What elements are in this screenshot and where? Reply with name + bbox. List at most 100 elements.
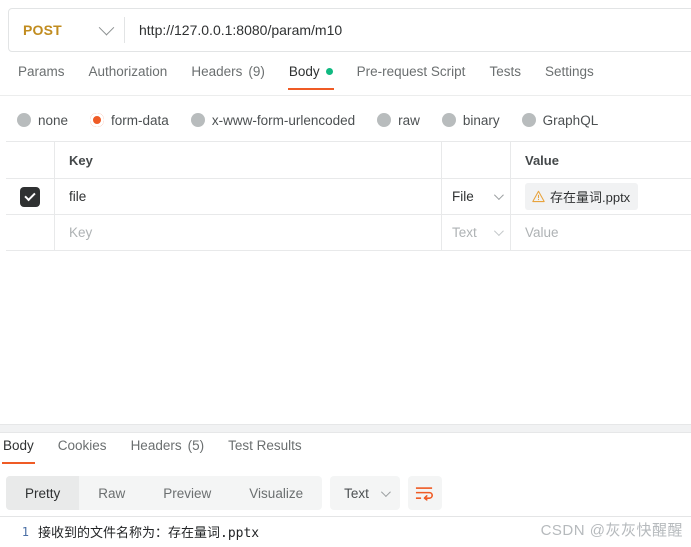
tab-settings-label: Settings [544, 64, 594, 79]
view-mode-visualize-label: Visualize [249, 485, 304, 501]
body-type-raw[interactable]: raw [366, 113, 431, 128]
table-header-checkbox-cell [6, 142, 55, 178]
row-key-input[interactable]: Key [55, 215, 442, 250]
body-type-form-data[interactable]: form-data [79, 113, 180, 128]
row-key-text: file [69, 189, 87, 204]
body-type-x-www-form-urlencoded[interactable]: x-www-form-urlencoded [180, 113, 366, 128]
radio-none-icon [17, 113, 31, 127]
body-type-binary[interactable]: binary [431, 113, 511, 128]
tab-params[interactable]: Params [6, 62, 77, 90]
chevron-down-icon [493, 190, 504, 201]
tab-authorization[interactable]: Authorization [77, 62, 180, 90]
view-mode-raw[interactable]: Raw [79, 476, 144, 510]
radio-raw-icon [377, 113, 392, 127]
response-tab-body-label: Body [3, 438, 34, 453]
view-mode-visualize[interactable]: Visualize [230, 476, 322, 510]
tab-tests-label: Tests [489, 64, 521, 79]
tab-headers-label: Headers [191, 64, 243, 79]
form-data-table: Key Value file File 存在量词.pptx Key Text V… [6, 141, 691, 251]
view-mode-preview[interactable]: Preview [144, 476, 230, 510]
radio-graphql-icon [521, 113, 536, 127]
row-value-placeholder: Value [525, 225, 559, 240]
radio-binary-icon [441, 113, 456, 127]
body-type-raw-label: raw [398, 112, 420, 128]
tab-pre-request-script[interactable]: Pre-request Script [345, 62, 478, 90]
view-mode-pretty[interactable]: Pretty [6, 476, 80, 510]
wrap-text-icon [416, 487, 434, 501]
row-enabled-checkbox[interactable] [20, 186, 40, 207]
response-format-label: Text [344, 485, 369, 501]
body-modified-dot-icon [325, 68, 333, 75]
response-format-select[interactable]: Text [330, 476, 400, 510]
warning-triangle-icon [532, 190, 545, 203]
row-type-select[interactable]: Text [442, 215, 511, 250]
body-type-graphql[interactable]: GraphQL [511, 113, 610, 128]
row-type-select[interactable]: File [442, 179, 511, 214]
response-tab-headers[interactable]: Headers (5) [119, 436, 217, 464]
body-type-none[interactable]: none [6, 113, 79, 128]
row-value-cell[interactable]: 存在量词.pptx [511, 179, 691, 214]
code-line: 1 接收到的文件名称为：存在量词.pptx [0, 517, 691, 543]
body-type-binary-label: binary [462, 112, 500, 128]
table-header-value-cell: Value [511, 142, 691, 178]
response-tab-test-results-label: Test Results [228, 438, 302, 453]
selected-file-name: 存在量词.pptx [550, 190, 631, 205]
row-key-input[interactable]: file [55, 179, 442, 214]
radio-urlencoded-icon [190, 113, 205, 127]
table-header-type-cell [442, 142, 511, 178]
tab-settings[interactable]: Settings [533, 62, 606, 90]
row-checkbox-cell [6, 215, 55, 250]
line-number: 1 [21, 524, 29, 539]
tab-headers-count: (9) [248, 64, 265, 79]
tab-body[interactable]: Body [277, 62, 345, 90]
body-type-form-data-label: form-data [111, 112, 169, 128]
chevron-down-icon [380, 486, 391, 497]
response-view-mode-group: Pretty Raw Preview Visualize [6, 476, 323, 510]
body-type-none-label: none [38, 112, 69, 128]
chevron-down-icon [493, 226, 504, 237]
tab-headers[interactable]: Headers (9) [179, 62, 277, 90]
pane-splitter[interactable] [0, 424, 691, 433]
row-key-placeholder: Key [69, 225, 93, 240]
request-url-input[interactable]: http://127.0.0.1:8080/param/m10 [125, 9, 691, 51]
request-url-bar: POST http://127.0.0.1:8080/param/m10 [8, 8, 691, 52]
chevron-down-icon [98, 19, 115, 35]
view-mode-pretty-label: Pretty [25, 485, 61, 501]
row-type-label: File [452, 189, 474, 204]
tab-authorization-label: Authorization [88, 64, 168, 79]
response-body-text: 接收到的文件名称为：存在量词.pptx [38, 526, 260, 541]
table-header-row: Key Value [6, 142, 691, 179]
response-tab-test-results[interactable]: Test Results [216, 436, 314, 464]
column-header-key: Key [69, 152, 93, 168]
table-row: file File 存在量词.pptx [6, 179, 691, 215]
body-type-graphql-label: GraphQL [542, 112, 599, 128]
row-value-cell[interactable]: Value [511, 215, 691, 250]
row-checkbox-cell [6, 179, 55, 214]
column-header-value: Value [525, 152, 559, 168]
response-body-viewer[interactable]: 1 接收到的文件名称为：存在量词.pptx [0, 516, 691, 547]
postman-request-response-pane: POST http://127.0.0.1:8080/param/m10 Par… [0, 0, 691, 547]
selected-file-chip[interactable]: 存在量词.pptx [525, 183, 639, 210]
request-tabs-separator [0, 95, 691, 96]
request-tab-bar: Params Authorization Headers (9) Body Pr… [0, 62, 691, 94]
response-tab-cookies-label: Cookies [57, 438, 107, 453]
response-tab-headers-label: Headers [130, 438, 182, 453]
tab-params-label: Params [18, 64, 65, 79]
tab-body-label: Body [288, 64, 320, 79]
response-tab-body[interactable]: Body [0, 436, 46, 464]
http-method-label: POST [23, 22, 62, 38]
table-row: Key Text Value [6, 215, 691, 251]
response-view-toolbar: Pretty Raw Preview Visualize Text [6, 476, 691, 510]
tab-tests[interactable]: Tests [477, 62, 533, 90]
body-type-radio-group: none form-data x-www-form-urlencoded raw… [6, 105, 609, 135]
tab-pre-request-script-label: Pre-request Script [356, 64, 466, 79]
http-method-select[interactable]: POST [9, 9, 124, 51]
check-icon [24, 189, 36, 201]
radio-form-data-icon [90, 113, 105, 127]
response-tab-bar: Body Cookies Headers (5) Test Results [0, 436, 691, 466]
response-tab-headers-count: (5) [187, 438, 205, 453]
response-tab-cookies[interactable]: Cookies [46, 436, 119, 464]
wrap-text-button[interactable] [407, 476, 442, 510]
view-mode-raw-label: Raw [98, 485, 126, 501]
row-type-label: Text [452, 225, 477, 240]
